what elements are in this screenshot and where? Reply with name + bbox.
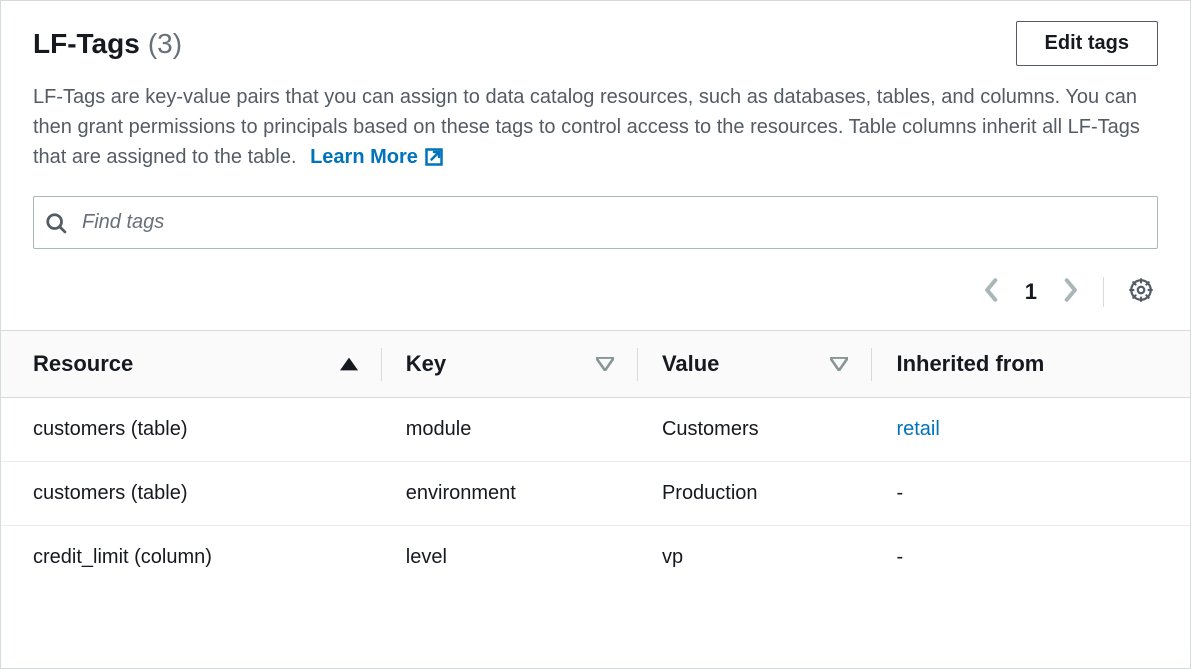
sort-asc-icon bbox=[340, 357, 358, 371]
gear-icon bbox=[1128, 277, 1154, 306]
column-header-value[interactable]: Value bbox=[638, 331, 873, 398]
column-label: Inherited from bbox=[896, 351, 1044, 377]
cell-resource: credit_limit (column) bbox=[1, 526, 382, 590]
lf-tags-panel: LF-Tags (3) Edit tags LF-Tags are key-va… bbox=[0, 0, 1191, 669]
cell-resource: customers (table) bbox=[1, 398, 382, 462]
panel-description: LF-Tags are key-value pairs that you can… bbox=[33, 82, 1158, 172]
search-input[interactable] bbox=[33, 196, 1158, 249]
cell-key: module bbox=[382, 398, 638, 462]
column-header-inherited[interactable]: Inherited from bbox=[872, 331, 1190, 398]
cell-resource: customers (table) bbox=[1, 462, 382, 526]
cell-key: environment bbox=[382, 462, 638, 526]
cell-key: level bbox=[382, 526, 638, 590]
table-row: customers (table) module Customers retai… bbox=[1, 398, 1190, 462]
pagination-divider bbox=[1103, 277, 1104, 307]
current-page: 1 bbox=[1025, 279, 1037, 305]
column-label: Value bbox=[662, 351, 719, 377]
page-nav: 1 bbox=[979, 273, 1083, 310]
next-page-button[interactable] bbox=[1057, 273, 1083, 310]
column-label: Resource bbox=[33, 351, 133, 377]
cell-inherited: - bbox=[872, 462, 1190, 526]
table-row: credit_limit (column) level vp - bbox=[1, 526, 1190, 590]
column-label: Key bbox=[406, 351, 446, 377]
table-header-row: Resource Key bbox=[1, 331, 1190, 398]
title-text: LF-Tags bbox=[33, 28, 140, 60]
cell-value: Customers bbox=[638, 398, 873, 462]
prev-page-button[interactable] bbox=[979, 273, 1005, 310]
column-header-resource[interactable]: Resource bbox=[1, 331, 382, 398]
chevron-left-icon bbox=[983, 277, 1001, 306]
lf-tags-table: Resource Key bbox=[1, 330, 1190, 589]
edit-tags-button[interactable]: Edit tags bbox=[1016, 21, 1158, 66]
learn-more-text: Learn More bbox=[310, 142, 418, 172]
inherited-link[interactable]: retail bbox=[896, 418, 939, 440]
panel-header: LF-Tags (3) Edit tags LF-Tags are key-va… bbox=[1, 1, 1190, 330]
cell-value: vp bbox=[638, 526, 873, 590]
page-title: LF-Tags (3) bbox=[33, 28, 182, 60]
table-body: customers (table) module Customers retai… bbox=[1, 398, 1190, 590]
table-row: customers (table) environment Production… bbox=[1, 462, 1190, 526]
chevron-right-icon bbox=[1061, 277, 1079, 306]
description-text: LF-Tags are key-value pairs that you can… bbox=[33, 86, 1140, 168]
cell-inherited: retail bbox=[872, 398, 1190, 462]
search-wrapper bbox=[33, 196, 1158, 249]
table-settings-button[interactable] bbox=[1124, 273, 1158, 310]
external-link-icon bbox=[424, 147, 444, 167]
cell-value: Production bbox=[638, 462, 873, 526]
search-icon bbox=[45, 212, 67, 234]
pagination-row: 1 bbox=[33, 265, 1158, 330]
cell-inherited: - bbox=[872, 526, 1190, 590]
learn-more-link[interactable]: Learn More bbox=[310, 142, 444, 172]
sort-icon bbox=[830, 357, 848, 371]
column-header-key[interactable]: Key bbox=[382, 331, 638, 398]
sort-icon bbox=[596, 357, 614, 371]
title-row: LF-Tags (3) Edit tags bbox=[33, 21, 1158, 66]
title-count: (3) bbox=[148, 28, 182, 60]
